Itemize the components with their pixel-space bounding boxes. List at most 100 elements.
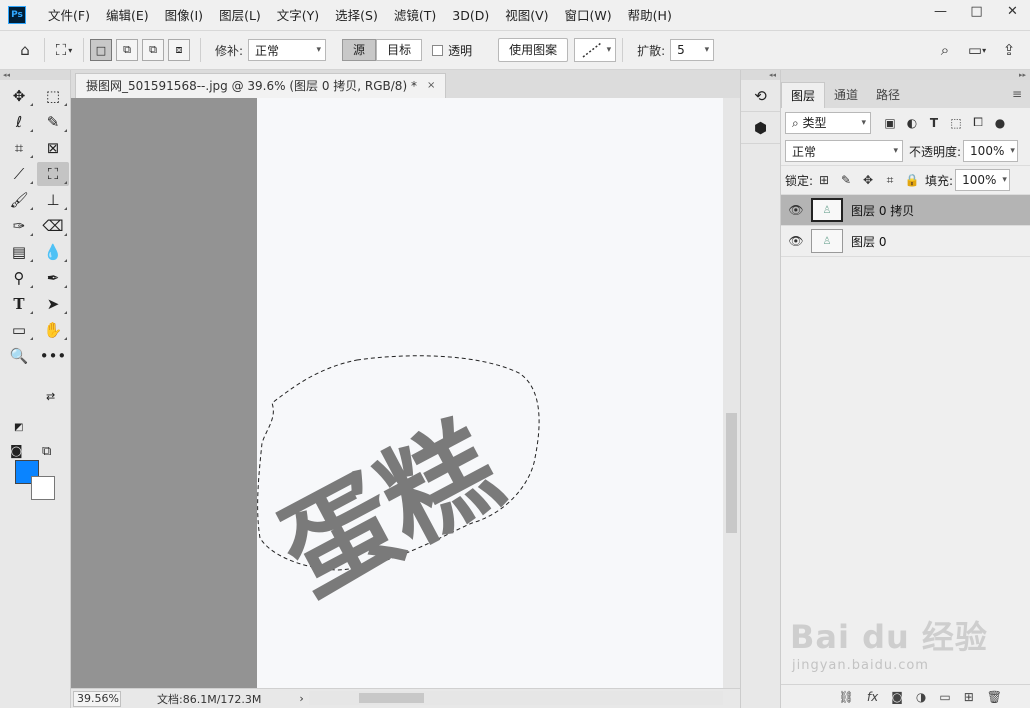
fill-field[interactable]: 100% ▾ [955,169,1011,191]
document-image[interactable]: 蛋糕 [257,98,723,688]
use-pattern-button[interactable]: 使用图案 [498,38,569,62]
zoom-tool-icon[interactable]: 🔍 [3,344,35,368]
fx-icon[interactable]: fx [867,690,878,704]
eyedropper-tool-icon[interactable]: ⟋ [3,162,35,186]
pixel-filter-icon[interactable]: ▣ [879,116,901,130]
expand-panels-icon[interactable]: ◂◂ [741,70,780,80]
tab-paths[interactable]: 路径 [867,82,909,108]
canvas-area[interactable]: 蛋糕 [71,98,723,688]
visibility-eye-icon[interactable]: 👁 [781,234,811,248]
target-button[interactable]: 目标 [376,39,423,61]
menu-filter[interactable]: 滤镜(T) [386,0,444,31]
delete-layer-icon[interactable]: 🗑 [987,690,1002,704]
stamp-tool-icon[interactable]: ⊥ [37,188,69,212]
quick-select-tool-icon[interactable]: ✎ [37,110,69,134]
type-tool-icon[interactable]: T [3,292,35,316]
path-select-tool-icon[interactable]: ➤ [37,292,69,316]
add-selection-icon[interactable]: ⧉ [116,39,138,61]
menu-window[interactable]: 窗口(W) [557,0,620,31]
marquee-tool-icon[interactable]: ⬚ [37,84,69,108]
rectangle-tool-icon[interactable]: ▭ [3,318,35,342]
visibility-eye-icon[interactable]: 👁 [781,203,811,217]
menu-3d[interactable]: 3D(D) [444,0,497,31]
panel-menu-icon[interactable]: ≡ [1012,87,1022,101]
type-filter-icon[interactable]: T [923,116,945,130]
smart-object-filter-icon[interactable]: ⧠ [967,115,989,130]
lock-pixels-icon[interactable]: ✎ [835,173,857,187]
background-color-swatch[interactable] [31,476,55,500]
blur-tool-icon[interactable]: 💧 [37,240,69,264]
link-layers-icon[interactable]: ⛓ [839,690,854,704]
status-menu-arrow[interactable]: › [299,692,303,705]
horizontal-scrollbar[interactable] [309,691,723,705]
lock-transparency-icon[interactable]: ⊞ [813,173,835,187]
collapse-panel-icon[interactable]: ▸▸ [781,70,1030,80]
zoom-field[interactable]: 39.56% [73,690,121,707]
collapse-tools-icon[interactable]: ◂◂ [0,70,70,80]
menu-layer[interactable]: 图层(L) [211,0,269,31]
minimize-button[interactable]: — [923,0,958,22]
adjustment-layer-icon[interactable]: ◑ [916,690,926,704]
quick-mask-icon[interactable]: ◙ [10,444,23,459]
lock-artboard-icon[interactable]: ⌗ [879,173,901,188]
intersect-selection-icon[interactable]: ⧈ [168,39,190,61]
pattern-picker[interactable]: ▾ [574,38,617,62]
new-selection-icon[interactable]: □ [90,39,112,61]
shape-filter-icon[interactable]: ⬚ [945,116,967,130]
menu-edit[interactable]: 编辑(E) [98,0,157,31]
patch-tool-preset-icon[interactable]: ⛶ ▾ [51,37,77,63]
more-tools-icon[interactable]: ••• [37,344,69,368]
scroll-thumb[interactable] [726,413,737,533]
3d-panel-icon[interactable]: ⬢ [741,112,780,144]
blend-mode-select[interactable]: 正常 ▾ [785,140,903,162]
patch-tool-icon[interactable]: ⛶ [37,162,69,186]
transparent-checkbox[interactable]: 透明 [432,42,472,59]
patch-mode-select[interactable]: 正常 ▾ [248,39,327,61]
workspace-icon[interactable]: ▭ ▾ [964,37,990,63]
move-tool-icon[interactable]: ✥ [3,84,35,108]
brush-tool-icon[interactable]: 🖌 [3,188,35,212]
new-layer-icon[interactable]: ⊞ [964,690,974,704]
layer-row[interactable]: 👁 ♙ 图层 0 拷贝 [781,195,1030,226]
filter-toggle-icon[interactable]: ● [989,116,1011,130]
pen-tool-icon[interactable]: ✒ [37,266,69,290]
adjustment-filter-icon[interactable]: ◐ [901,116,923,130]
tab-channels[interactable]: 通道 [825,82,867,108]
lock-position-icon[interactable]: ✥ [857,173,879,187]
share-icon[interactable]: ⇪ [996,37,1022,63]
close-window-button[interactable]: ✕ [995,0,1030,22]
lasso-tool-icon[interactable]: ℓ [3,110,35,134]
layer-name[interactable]: 图层 0 拷贝 [851,202,914,219]
document-tab[interactable]: 摄图网_501591568--.jpg @ 39.6% (图层 0 拷贝, RG… [75,73,447,98]
layer-filter-select[interactable]: ⌕ 类型 ▾ [785,111,871,134]
restore-button[interactable]: □ [959,0,994,22]
menu-image[interactable]: 图像(I) [157,0,211,31]
scroll-thumb[interactable] [359,693,424,703]
menu-type[interactable]: 文字(Y) [269,0,327,31]
tab-layers[interactable]: 图层 [781,82,826,108]
menu-select[interactable]: 选择(S) [327,0,386,31]
new-group-icon[interactable]: ▭ [939,690,950,704]
source-button[interactable]: 源 [342,39,377,61]
search-icon[interactable]: ⌕ [932,37,958,63]
menu-file[interactable]: 文件(F) [40,0,98,31]
crop-tool-icon[interactable]: ⌗ [3,136,35,160]
default-colors-icon[interactable]: ◩ [14,422,23,433]
frame-tool-icon[interactable]: ⊠ [37,136,69,160]
dodge-tool-icon[interactable]: ⚲ [3,266,35,290]
vertical-scrollbar[interactable] [723,98,740,688]
gradient-tool-icon[interactable]: ▤ [3,240,35,264]
diffuse-select[interactable]: 5 ▾ [670,39,715,61]
add-mask-icon[interactable]: ◙ [891,690,903,704]
home-icon[interactable]: ⌂ [12,37,38,63]
swap-colors-icon[interactable]: ⇄ [46,390,55,403]
menu-help[interactable]: 帮助(H) [620,0,680,31]
layer-row[interactable]: 👁 ♙ 图层 0 [781,226,1030,257]
menu-view[interactable]: 视图(V) [497,0,556,31]
history-icon[interactable]: ⟲ [741,80,780,112]
opacity-field[interactable]: 100% ▾ [963,140,1019,162]
screen-mode-icon[interactable]: ⧉ [42,444,51,459]
close-tab-icon[interactable]: × [427,74,435,98]
layer-name[interactable]: 图层 0 [851,233,886,250]
eraser-tool-icon[interactable]: ⌫ [37,214,69,238]
